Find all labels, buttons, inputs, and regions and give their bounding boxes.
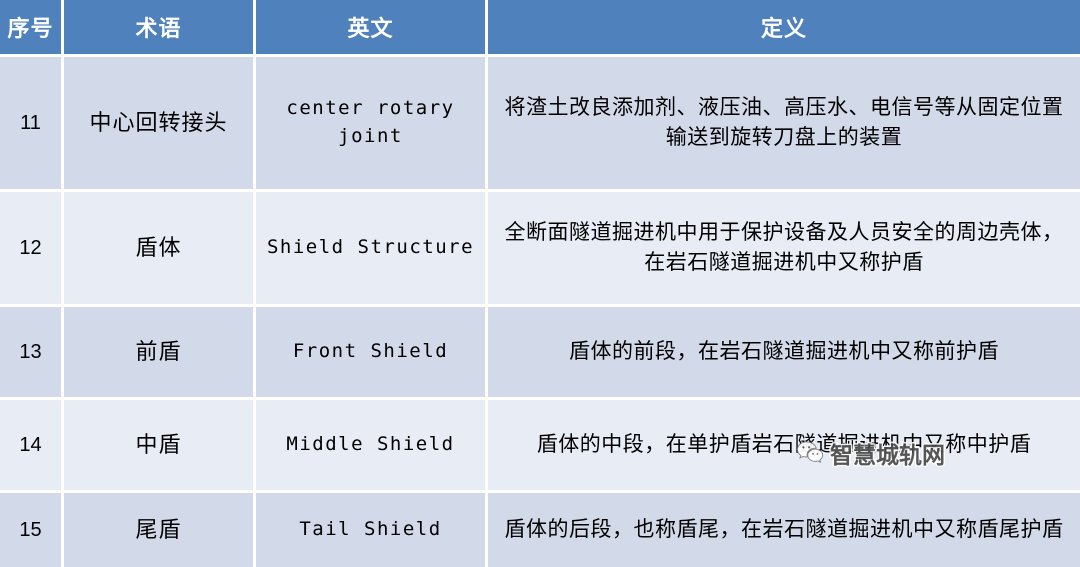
column-header-term: 术语 — [64, 0, 256, 57]
column-header-definition: 定义 — [488, 0, 1080, 57]
cell-index: 14 — [0, 400, 64, 493]
cell-term: 尾盾 — [64, 493, 256, 567]
table-header: 序号 术语 英文 定义 — [0, 0, 1080, 57]
table-body: 11 中心回转接头 center rotary joint 将渣土改良添加剂、液… — [0, 57, 1080, 567]
table-row: 12 盾体 Shield Structure 全断面隧道掘进机中用于保护设备及人… — [0, 192, 1080, 307]
cell-index: 15 — [0, 493, 64, 567]
cell-term: 中心回转接头 — [64, 57, 256, 192]
column-header-index: 序号 — [0, 0, 64, 57]
cell-english: Front Shield — [256, 307, 488, 400]
cell-english: center rotary joint — [256, 57, 488, 192]
table-row: 11 中心回转接头 center rotary joint 将渣土改良添加剂、液… — [0, 57, 1080, 192]
table-row: 13 前盾 Front Shield 盾体的前段，在岩石隧道掘进机中又称前护盾 — [0, 307, 1080, 400]
terminology-table: 序号 术语 英文 定义 11 中心回转接头 center rotary join… — [0, 0, 1080, 567]
cell-term: 前盾 — [64, 307, 256, 400]
cell-term: 盾体 — [64, 192, 256, 307]
cell-definition: 盾体的中段，在单护盾岩石隧道掘进机中又称中护盾 — [488, 400, 1080, 493]
cell-english: Middle Shield — [256, 400, 488, 493]
cell-english: Tail Shield — [256, 493, 488, 567]
cell-index: 12 — [0, 192, 64, 307]
cell-term: 中盾 — [64, 400, 256, 493]
table-row: 15 尾盾 Tail Shield 盾体的后段，也称盾尾，在岩石隧道掘进机中又称… — [0, 493, 1080, 567]
column-header-english: 英文 — [256, 0, 488, 57]
cell-definition: 全断面隧道掘进机中用于保护设备及人员安全的周边壳体，在岩石隧道掘进机中又称护盾 — [488, 192, 1080, 307]
cell-index: 11 — [0, 57, 64, 192]
cell-definition: 盾体的后段，也称盾尾，在岩石隧道掘进机中又称盾尾护盾 — [488, 493, 1080, 567]
cell-definition: 将渣土改良添加剂、液压油、高压水、电信号等从固定位置输送到旋转刀盘上的装置 — [488, 57, 1080, 192]
cell-definition: 盾体的前段，在岩石隧道掘进机中又称前护盾 — [488, 307, 1080, 400]
table-header-row: 序号 术语 英文 定义 — [0, 0, 1080, 57]
cell-english: Shield Structure — [256, 192, 488, 307]
table-row: 14 中盾 Middle Shield 盾体的中段，在单护盾岩石隧道掘进机中又称… — [0, 400, 1080, 493]
cell-index: 13 — [0, 307, 64, 400]
